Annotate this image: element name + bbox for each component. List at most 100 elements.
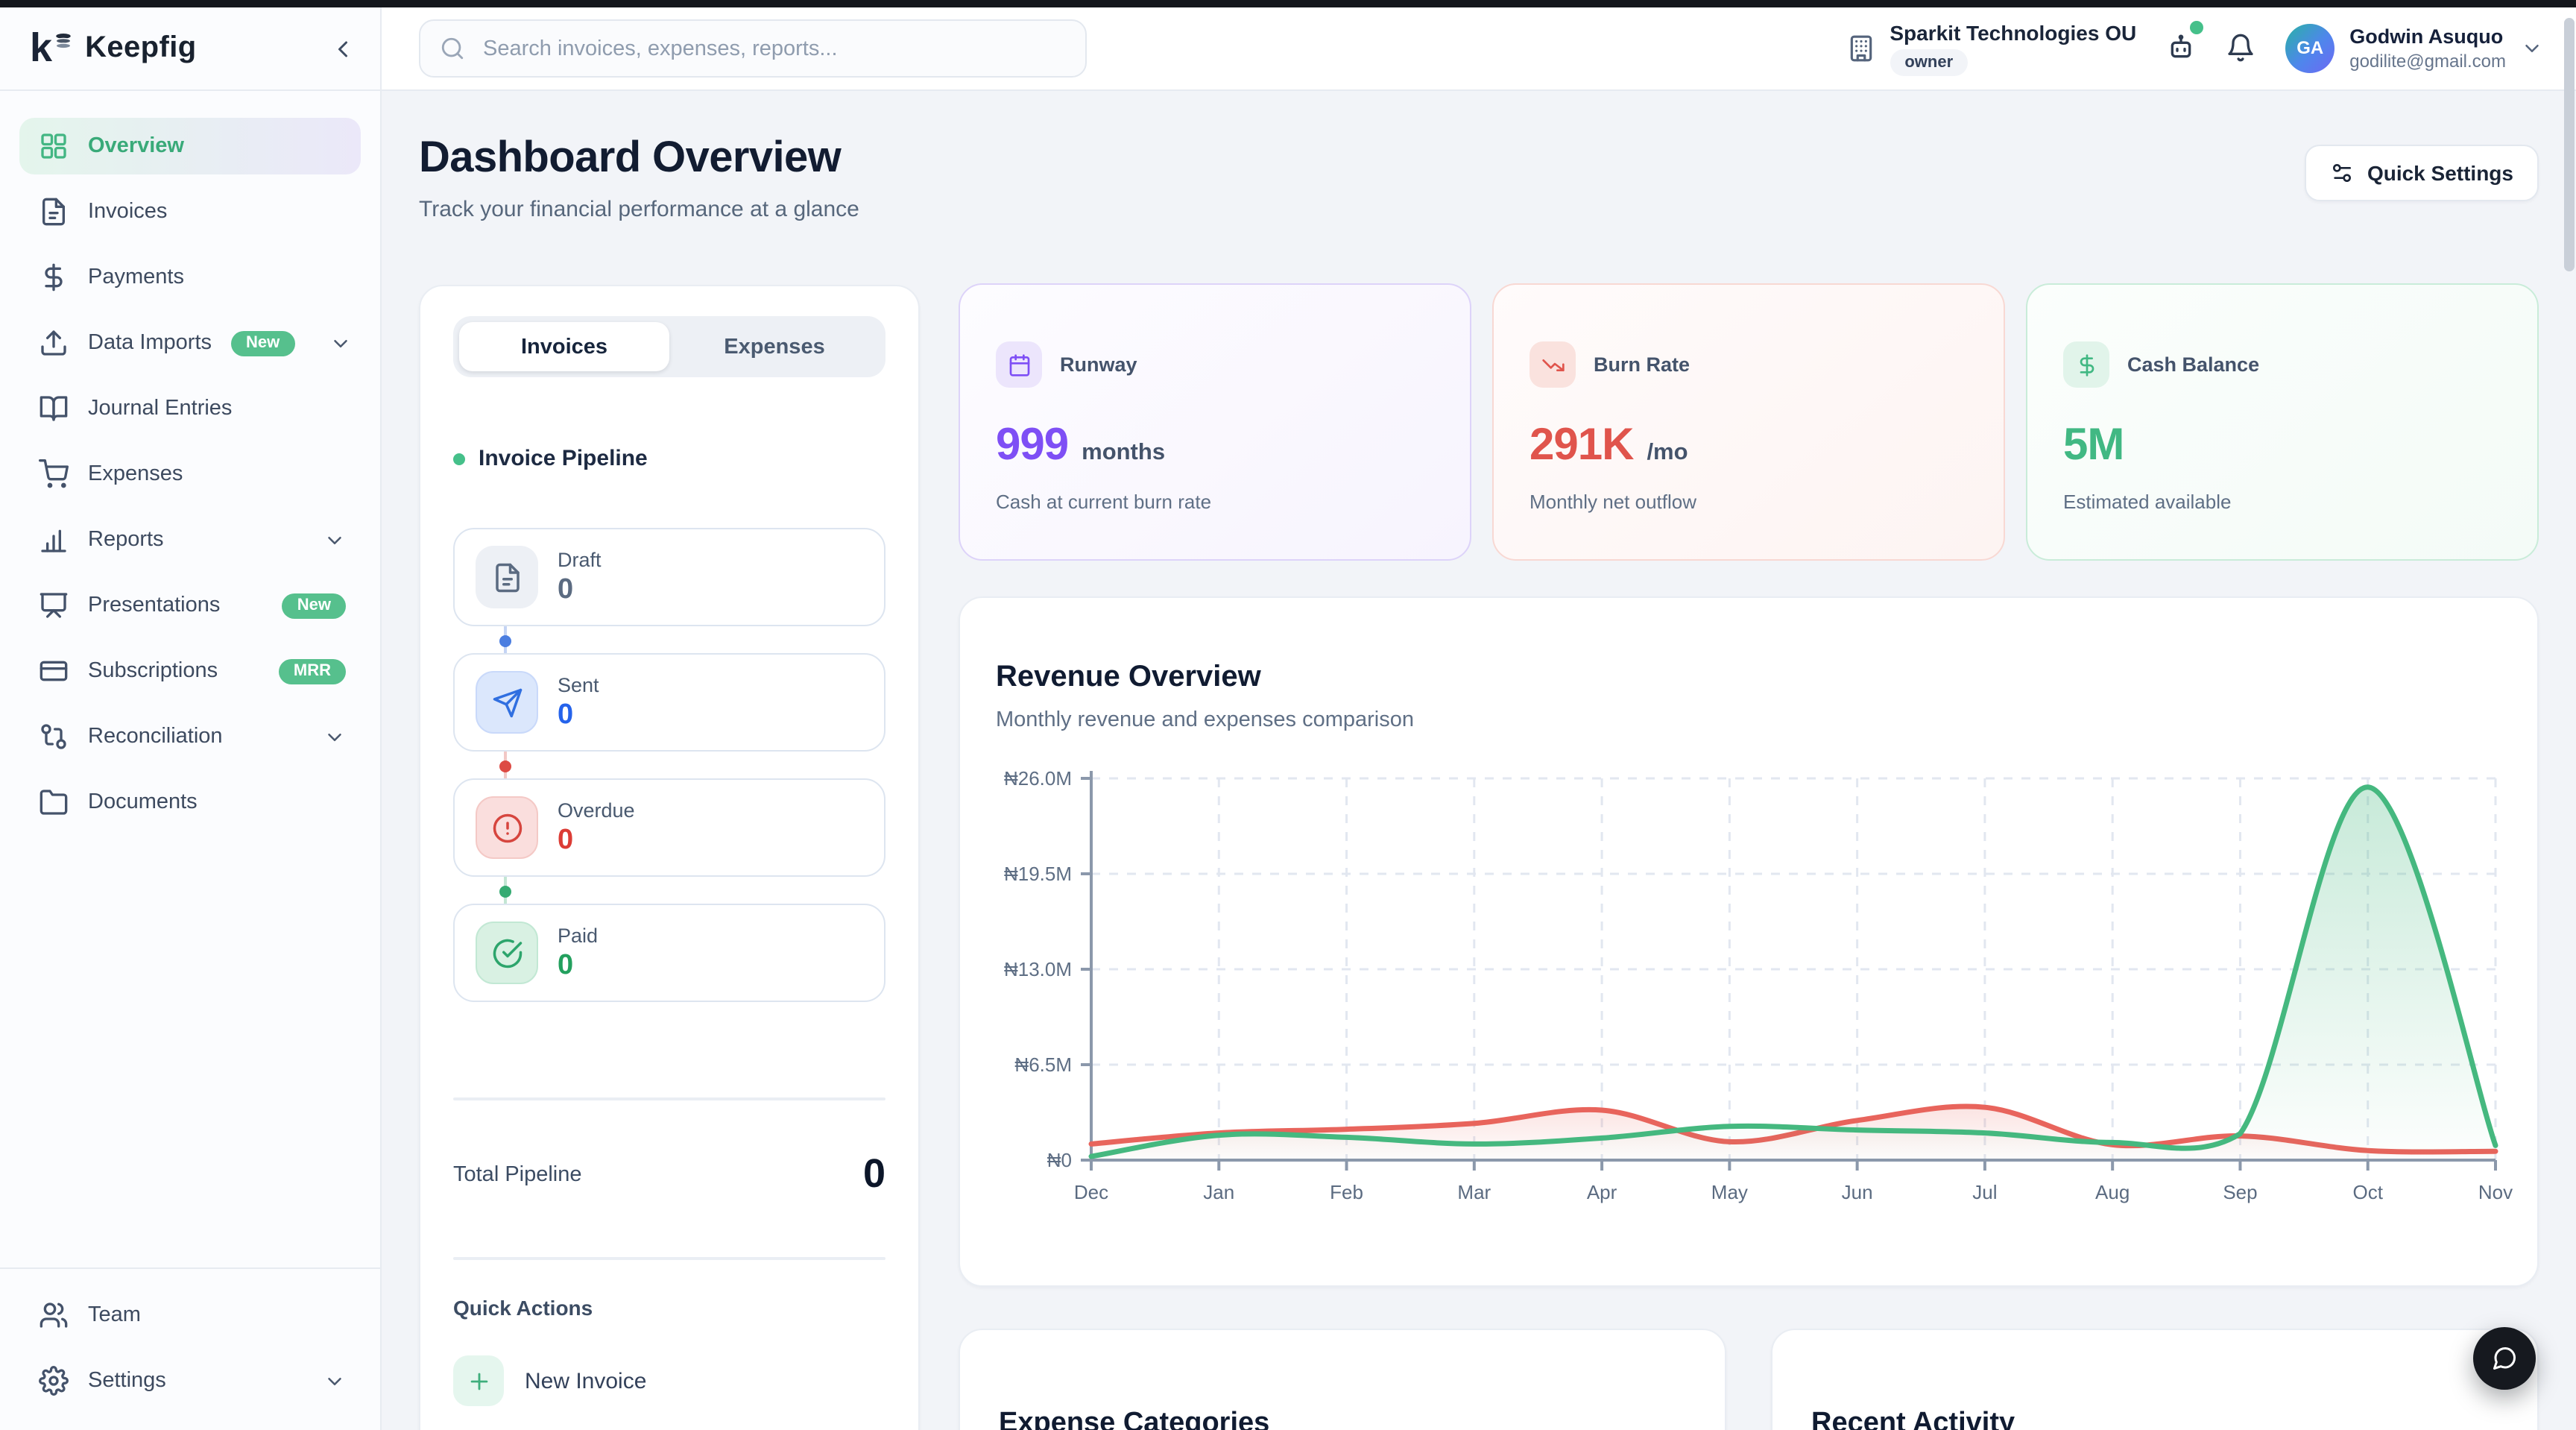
bottom-card-expense-categories: Expense Categories	[959, 1329, 1726, 1430]
svg-text:Jul: Jul	[1972, 1181, 1997, 1203]
top-header: Sparkit Technologies OU owner GA Godwin …	[382, 7, 2576, 91]
new-badge: New	[231, 330, 294, 356]
calendar-icon	[996, 341, 1042, 388]
book-open-icon	[39, 394, 69, 423]
stat-card-cash-balance: Cash Balance 5M Estimated available	[2026, 283, 2539, 561]
alert-circle-icon	[476, 796, 538, 859]
sidebar-item-expenses[interactable]: Expenses	[19, 446, 361, 503]
svg-text:Mar: Mar	[1457, 1181, 1491, 1203]
logo-row: k Keepfig	[0, 7, 380, 91]
sidebar-item-settings[interactable]: Settings	[19, 1352, 361, 1409]
stat-unit: months	[1082, 440, 1165, 467]
bottom-card-recent-activity: Recent Activity	[1771, 1329, 2539, 1430]
stat-subtitle: Estimated available	[2063, 491, 2501, 513]
users-icon	[39, 1300, 69, 1330]
sidebar-item-journal-entries[interactable]: Journal Entries	[19, 380, 361, 437]
notifications-button[interactable]	[2226, 34, 2255, 63]
green-dot-icon	[453, 453, 465, 464]
sidebar-nav: Overview Invoices Payments Data Imports	[0, 91, 380, 831]
sidebar-item-overview[interactable]: Overview	[19, 118, 361, 174]
pipeline-stage-sent[interactable]: Sent 0	[453, 653, 886, 752]
search-bar[interactable]	[419, 19, 1087, 78]
sidebar-item-payments[interactable]: Payments	[19, 249, 361, 306]
sidebar-item-subscriptions[interactable]: Subscriptions MRR	[19, 643, 361, 699]
sliders-icon	[2330, 161, 2354, 185]
cart-icon	[39, 459, 69, 489]
tab-invoices[interactable]: Invoices	[459, 322, 669, 371]
sidebar-item-documents[interactable]: Documents	[19, 774, 361, 831]
main-content: Dashboard Overview Track your financial …	[382, 91, 2576, 1430]
quick-settings-label: Quick Settings	[2367, 161, 2513, 185]
chevron-down-icon	[329, 332, 351, 354]
bottom-cards-row: Expense Categories Recent Activity	[959, 1329, 2539, 1430]
pipeline-connector	[453, 752, 886, 778]
pipeline-stage-paid[interactable]: Paid 0	[453, 904, 886, 1002]
scrollbar-thumb[interactable]	[2564, 18, 2575, 271]
chevron-down-icon	[323, 1370, 346, 1392]
invoice-pipeline-card: Invoices Expenses Invoice Pipeline Draft…	[419, 285, 920, 1430]
check-circle-icon	[476, 922, 538, 984]
stat-subtitle: Cash at current burn rate	[996, 491, 1434, 513]
svg-text:₦19.5M: ₦19.5M	[1004, 863, 1072, 885]
quick-settings-button[interactable]: Quick Settings	[2305, 145, 2539, 201]
svg-text:Feb: Feb	[1330, 1181, 1363, 1203]
svg-text:₦13.0M: ₦13.0M	[1004, 958, 1072, 980]
pipeline-connector	[453, 877, 886, 904]
svg-text:₦26.0M: ₦26.0M	[1004, 767, 1072, 790]
stat-value: 291K	[1530, 421, 1633, 471]
revenue-overview-card: Revenue Overview Monthly revenue and exp…	[959, 596, 2539, 1287]
app-name: Keepfig	[85, 31, 197, 66]
pipeline-stage-overdue[interactable]: Overdue 0	[453, 778, 886, 877]
quick-actions: New Invoice	[453, 1355, 886, 1406]
new-badge: MRR	[279, 658, 346, 684]
upload-icon	[39, 328, 69, 358]
user-email: godilite@gmail.com	[2349, 51, 2506, 72]
search-input[interactable]	[480, 35, 1066, 62]
bar-chart-icon	[39, 525, 69, 555]
tab-expenses[interactable]: Expenses	[669, 322, 880, 371]
stats-row: Runway 999 months Cash at current burn r…	[959, 283, 2539, 561]
chevron-down-icon	[2521, 37, 2543, 60]
page-subtitle: Track your financial performance at a gl…	[419, 197, 2539, 222]
sidebar-item-invoices[interactable]: Invoices	[19, 183, 361, 240]
svg-text:₦0: ₦0	[1047, 1149, 1072, 1171]
coin-stack-icon	[54, 31, 73, 51]
search-icon	[440, 36, 465, 61]
assistant-bot-button[interactable]	[2166, 34, 2196, 63]
folder-icon	[39, 787, 69, 817]
user-menu[interactable]: GA Godwin Asuquo godilite@gmail.com	[2285, 24, 2543, 73]
sidebar-item-presentations[interactable]: Presentations New	[19, 577, 361, 634]
sidebar-footer: Team Settings	[0, 1267, 380, 1430]
file-text-icon	[476, 546, 538, 608]
stat-subtitle: Monthly net outflow	[1530, 491, 1968, 513]
plus-icon	[453, 1355, 504, 1406]
org-switcher[interactable]: Sparkit Technologies OU owner	[1846, 20, 2136, 77]
sidebar-item-reports[interactable]: Reports	[19, 511, 361, 568]
page-head: Dashboard Overview Track your financial …	[419, 134, 2539, 222]
sidebar-collapse-button[interactable]	[329, 35, 356, 62]
chart-subtitle: Monthly revenue and expenses comparison	[996, 708, 2501, 732]
sidebar-item-reconciliation[interactable]: Reconciliation	[19, 708, 361, 765]
sidebar-item-team[interactable]: Team	[19, 1287, 361, 1344]
stage-count: 0	[558, 824, 635, 857]
divider	[453, 1257, 886, 1260]
pipeline-stage-draft[interactable]: Draft 0	[453, 528, 886, 626]
svg-text:Aug: Aug	[2095, 1181, 2130, 1203]
new-badge: New	[282, 593, 346, 618]
total-pipeline-row: Total Pipeline 0	[453, 1151, 886, 1197]
pipeline-connector	[453, 626, 886, 653]
svg-text:₦6.5M: ₦6.5M	[1014, 1053, 1072, 1076]
sidebar: k Keepfig Overview Invoices Payme	[0, 7, 382, 1430]
app-window: k Keepfig Overview Invoices Payme	[0, 0, 2576, 1430]
chat-fab-button[interactable]	[2473, 1327, 2536, 1390]
svg-text:Jan: Jan	[1203, 1181, 1234, 1203]
total-pipeline-value: 0	[863, 1151, 886, 1197]
quick-action-new-invoice[interactable]: New Invoice	[453, 1355, 886, 1406]
grid-icon	[39, 131, 69, 161]
stage-count: 0	[558, 699, 599, 731]
sidebar-item-data-imports[interactable]: Data Imports New	[19, 315, 361, 371]
avatar: GA	[2285, 24, 2334, 73]
stat-card-burn-rate: Burn Rate 291K /mo Monthly net outflow	[1492, 283, 2005, 561]
stat-card-runway: Runway 999 months Cash at current burn r…	[959, 283, 1471, 561]
org-name: Sparkit Technologies OU	[1890, 20, 2136, 45]
